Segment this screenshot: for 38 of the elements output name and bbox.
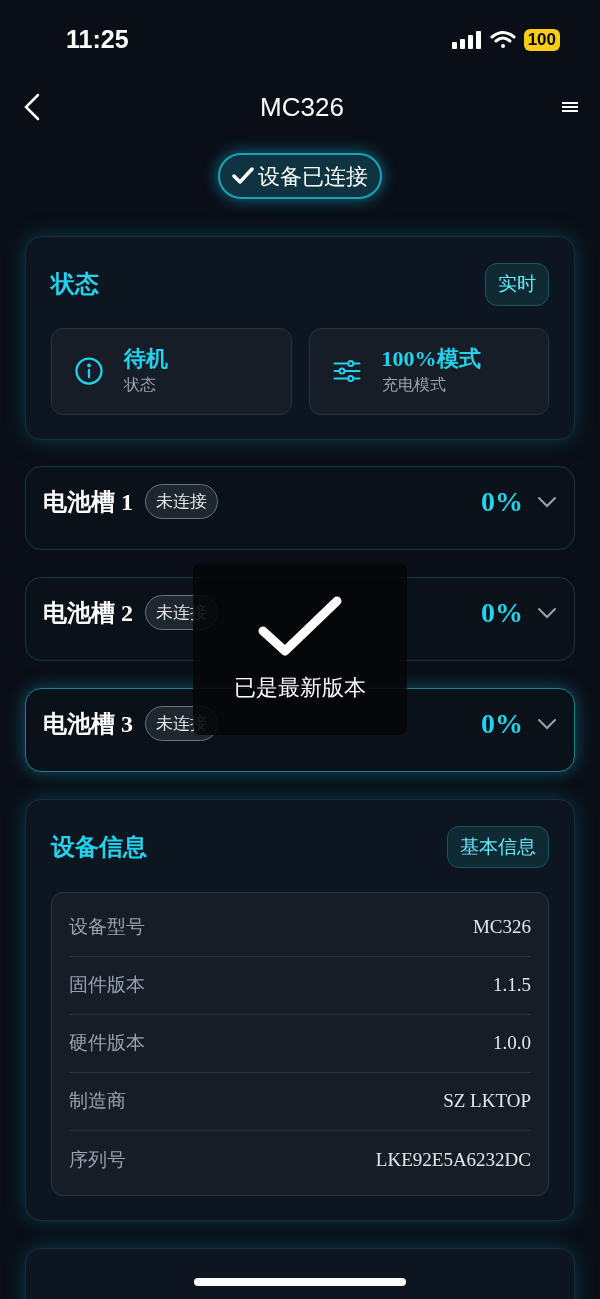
realtime-tag: 实时 bbox=[485, 263, 549, 306]
slot-percent: 0% bbox=[481, 706, 523, 741]
menu-icon[interactable] bbox=[562, 101, 578, 113]
chevron-icon[interactable] bbox=[537, 495, 557, 508]
info-tag: 基本信息 bbox=[447, 825, 549, 868]
info-label: 制造商 bbox=[69, 1089, 126, 1114]
tile-label: 充电模式 bbox=[381, 375, 447, 395]
section-title: 设备信息 bbox=[51, 831, 147, 862]
info-label: 序列号 bbox=[69, 1147, 126, 1172]
connection-status: 设备已连接 bbox=[218, 153, 382, 199]
info-label: 硬件版本 bbox=[69, 1031, 145, 1056]
check-icon bbox=[232, 166, 254, 186]
battery-indicator: 100 bbox=[523, 29, 560, 51]
info-value: MC326 bbox=[472, 915, 531, 940]
info-value: SZ LKTOP bbox=[443, 1089, 531, 1114]
back-icon[interactable] bbox=[22, 92, 42, 122]
tile-label: 状态 bbox=[124, 375, 157, 395]
info-value: 1.0.0 bbox=[493, 1031, 531, 1056]
tile-value: 待机 bbox=[124, 345, 168, 373]
slot-name: 电池槽 3 bbox=[43, 709, 133, 739]
page-title: MC326 bbox=[260, 90, 344, 124]
info-icon bbox=[74, 356, 104, 386]
slot-name: 电池槽 2 bbox=[43, 598, 133, 628]
slot-percent: 0% bbox=[481, 484, 523, 519]
wifi-icon bbox=[489, 30, 516, 50]
section-title: 状态 bbox=[51, 269, 99, 300]
battery-slot[interactable]: 电池槽 1 未连接 0% bbox=[25, 465, 575, 550]
slot-percent: 0% bbox=[481, 595, 523, 630]
info-label: 固件版本 bbox=[69, 973, 145, 998]
info-value: LKE92E5A6232DC bbox=[375, 1147, 531, 1172]
slot-name: 电池槽 1 bbox=[43, 487, 133, 517]
signal-icon bbox=[451, 30, 482, 50]
tile-value: 100%模式 bbox=[381, 345, 481, 373]
connection-tag: 未连接 bbox=[145, 483, 218, 520]
info-label: 设备型号 bbox=[69, 915, 145, 940]
status-time: 11:25 bbox=[66, 24, 129, 56]
info-value: 1.1.5 bbox=[493, 973, 531, 998]
toast-message: 已是最新版本 bbox=[234, 673, 366, 702]
